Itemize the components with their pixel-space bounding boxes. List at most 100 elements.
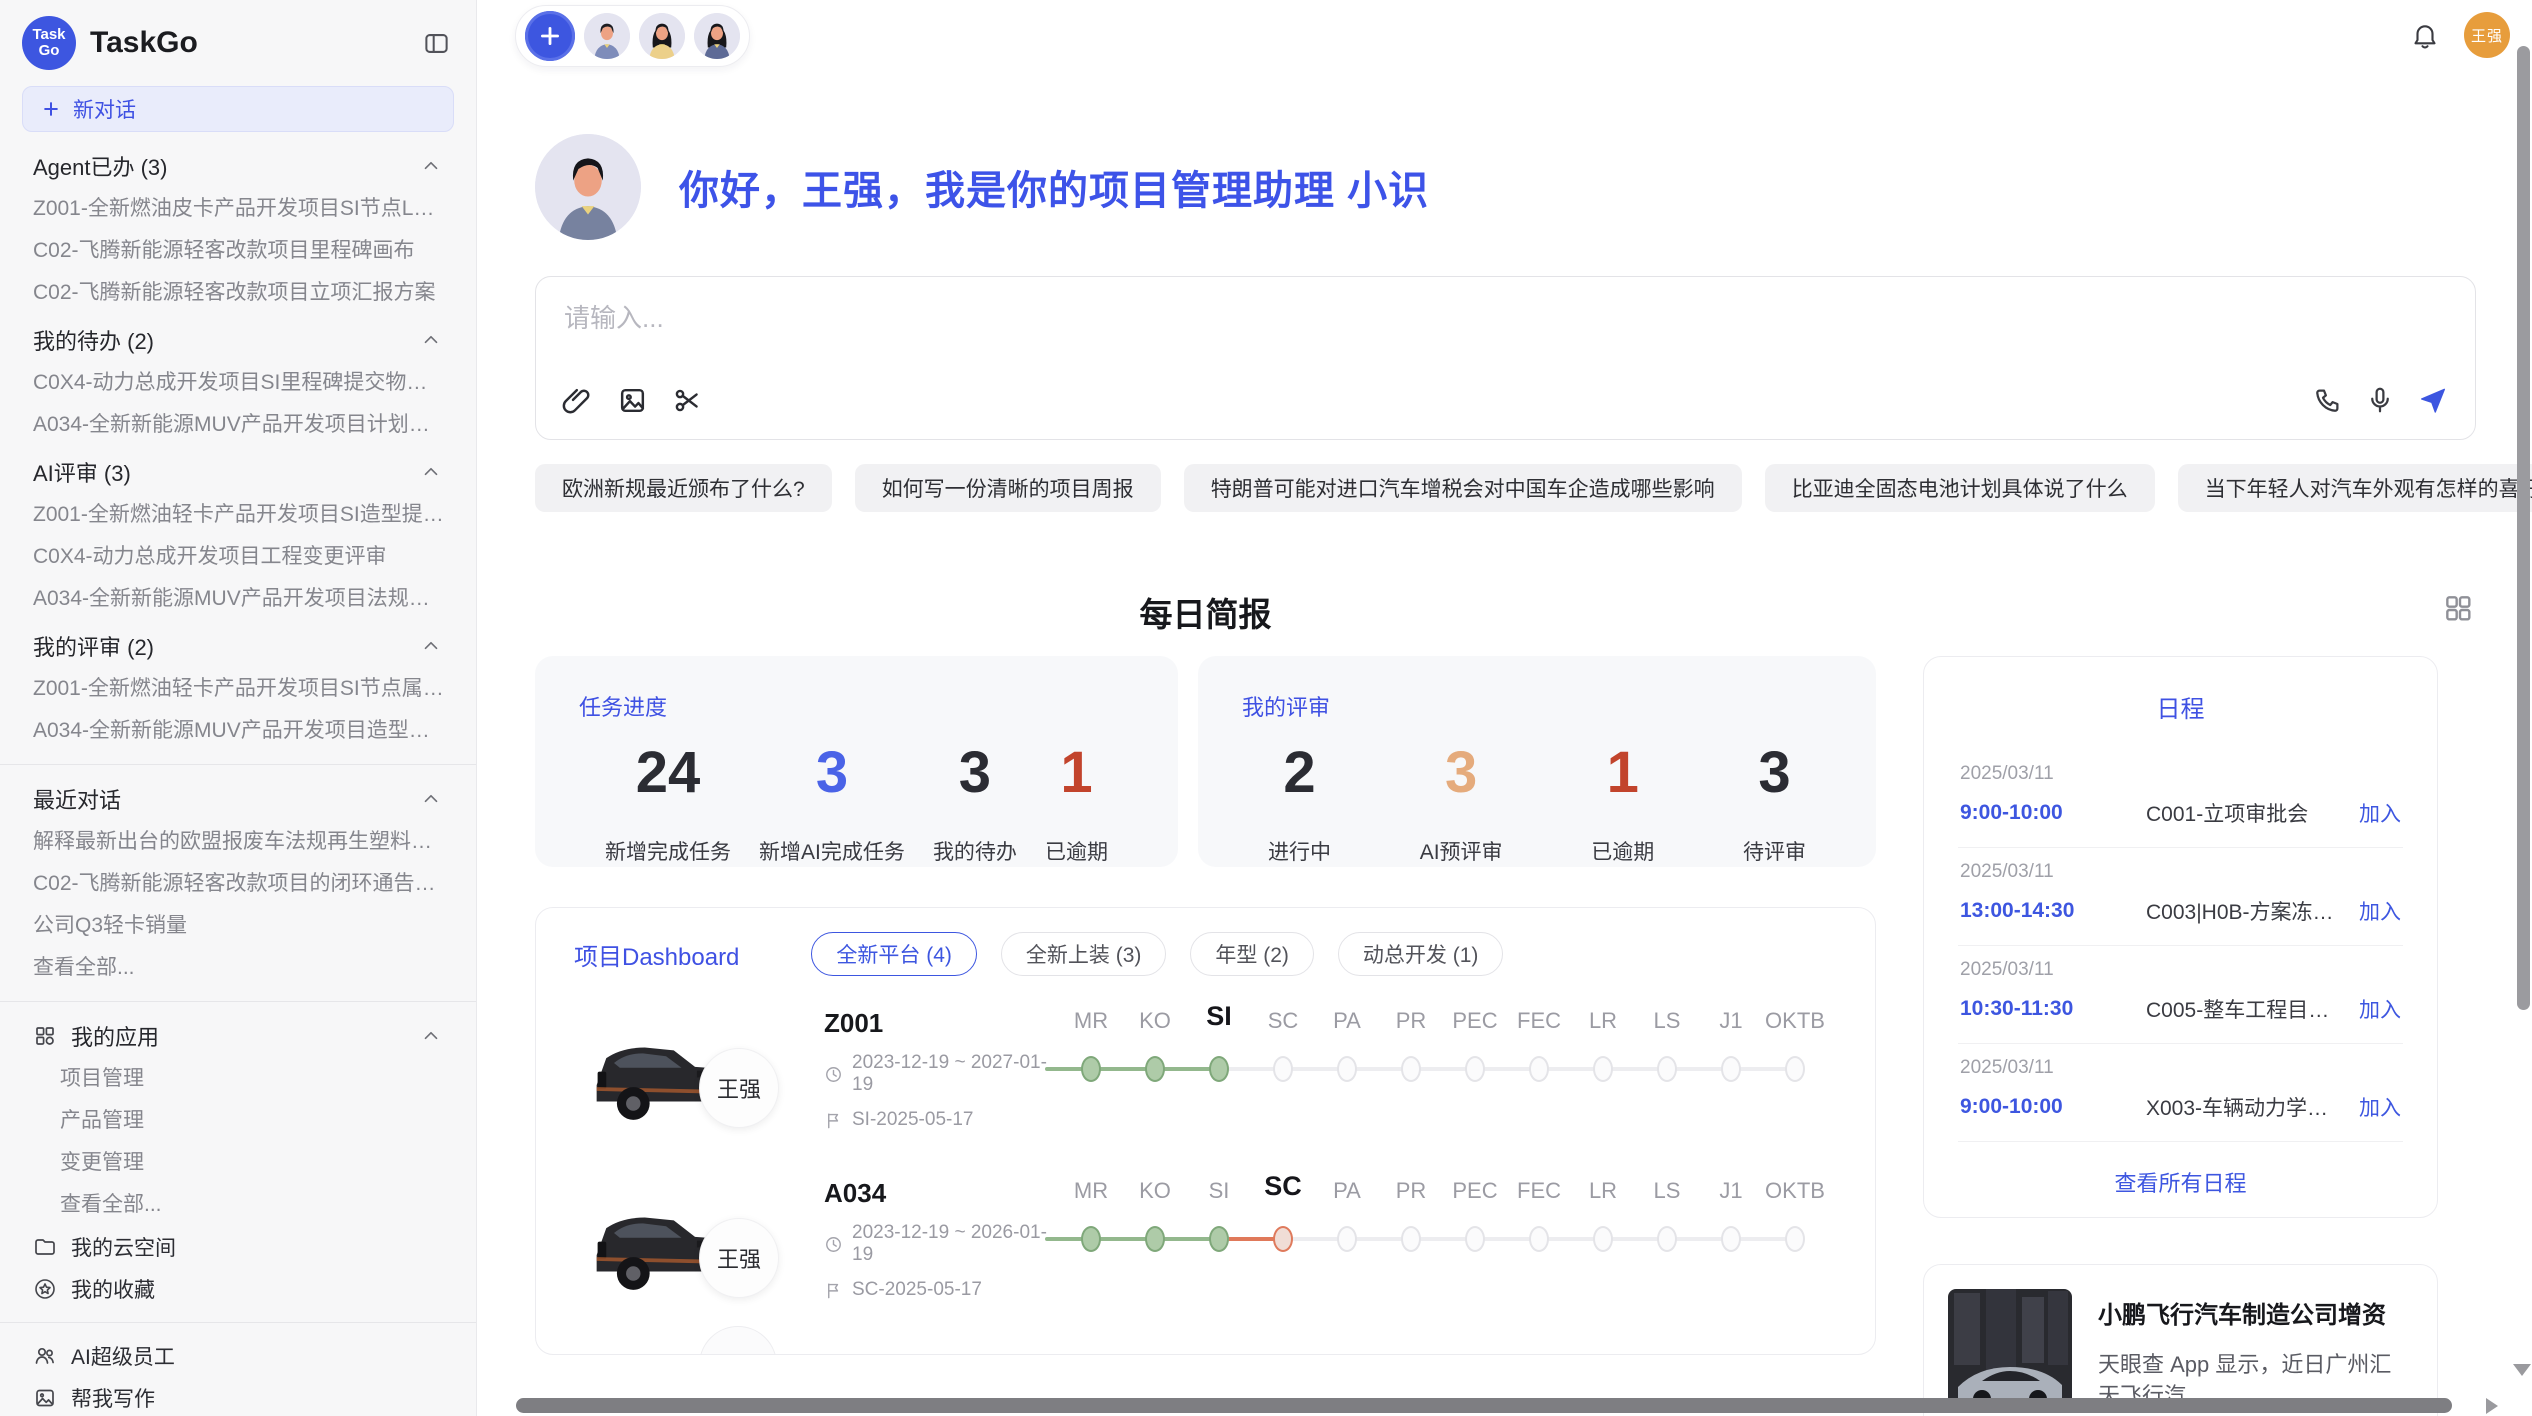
milestone-dot[interactable]	[1273, 1056, 1293, 1082]
dashboard-tab[interactable]: 动总开发 (1)	[1338, 932, 1504, 976]
phone-icon[interactable]	[2313, 385, 2343, 420]
microphone-icon[interactable]	[2365, 385, 2395, 420]
project-row[interactable]: 王强Z0012023-12-19 ~ 2027-01-19SI-2025-05-…	[574, 992, 1837, 1162]
dashboard-tab[interactable]: 全新上装 (3)	[1001, 932, 1167, 976]
milestone-dot[interactable]	[1593, 1226, 1613, 1252]
milestone-dot[interactable]	[1337, 1056, 1357, 1082]
suggestion-chip[interactable]: 如何写一份清晰的项目周报	[855, 464, 1161, 512]
sidebar-item[interactable]: Z001-全新燃油皮卡产品开发项目SI节点Lesson Learn报告	[0, 188, 476, 230]
composer	[535, 276, 2476, 440]
join-meeting-link[interactable]: 加入	[2359, 994, 2401, 1024]
sidebar-tool-image[interactable]: 帮我写作	[0, 1377, 476, 1416]
dashboard-tab[interactable]: 全新平台 (4)	[811, 932, 977, 976]
new-chat-label: 新对话	[73, 94, 136, 124]
milestone-dot[interactable]	[1529, 1056, 1549, 1082]
milestone-dot[interactable]	[1081, 1056, 1101, 1082]
recent-conversation-item[interactable]: 解释最新出台的欧盟报废车法规再生塑料比例被调至15%...	[0, 821, 476, 863]
sidebar-item[interactable]: A034-全新新能源MUV产品开发项目造型可行性评审	[0, 710, 476, 752]
recent-conversation-item[interactable]: 公司Q3轻卡销量	[0, 905, 476, 947]
scissors-icon[interactable]	[672, 385, 703, 421]
paperclip-icon[interactable]	[562, 385, 593, 421]
milestone-dot[interactable]	[1465, 1226, 1485, 1252]
milestone-dot[interactable]	[1721, 1056, 1741, 1082]
sidebar-item[interactable]: C0X4-动力总成开发项目SI里程碑提交物检查	[0, 362, 476, 404]
milestone-dot[interactable]	[1145, 1226, 1165, 1252]
image-upload-icon[interactable]	[617, 385, 648, 421]
sidebar-section-title: Agent已办 (3)	[33, 150, 168, 182]
app-menu-item[interactable]: 项目管理	[0, 1058, 476, 1100]
agent-avatar[interactable]	[584, 13, 630, 59]
sidebar: Task Go TaskGo 新对话 Agent已办 (3)Z001-全新燃油皮…	[0, 0, 477, 1416]
sidebar-item[interactable]: C0X4-动力总成开发项目工程变更评审	[0, 536, 476, 578]
dashboard-tab[interactable]: 年型 (2)	[1190, 932, 1314, 976]
sidebar-link-folder[interactable]: 我的云空间	[0, 1226, 476, 1268]
milestone-dot[interactable]	[1657, 1056, 1677, 1082]
milestone-dot[interactable]	[1529, 1226, 1549, 1252]
sidebar-link-star[interactable]: 我的收藏	[0, 1268, 476, 1310]
chevron-up-icon	[420, 329, 442, 351]
add-agent-button[interactable]	[525, 11, 575, 61]
view-all-schedule-link[interactable]: 查看所有日程	[1958, 1166, 2403, 1198]
sidebar-item[interactable]: C02-飞腾新能源轻客改款项目里程碑画布	[0, 230, 476, 272]
send-icon[interactable]	[2417, 384, 2449, 421]
news-card[interactable]: 小鹏飞行汽车制造公司增资 天眼查 App 显示，近日广州汇天飞行汽...	[1923, 1264, 2438, 1416]
sidebar-item[interactable]: A034-全新新能源MUV产品开发项目计划变更表编写	[0, 404, 476, 446]
stat: 3待评审	[1743, 744, 1806, 866]
milestone-dot[interactable]	[1593, 1056, 1613, 1082]
stat-card: 我的评审2进行中3AI预评审1已逾期3待评审	[1198, 656, 1876, 867]
new-chat-button[interactable]: 新对话	[22, 86, 454, 132]
sidebar-section-header[interactable]: 我的待办 (2)	[0, 318, 476, 362]
agent-avatar[interactable]	[639, 13, 685, 59]
milestone-dot[interactable]	[1273, 1226, 1293, 1252]
recent-conversation-item[interactable]: C02-飞腾新能源轻客改款项目的闭环通告反馈情况	[0, 863, 476, 905]
milestone-dot[interactable]	[1721, 1226, 1741, 1252]
scroll-right-arrow-icon[interactable]	[2486, 1398, 2498, 1414]
join-meeting-link[interactable]: 加入	[2359, 798, 2401, 828]
agent-avatar[interactable]	[694, 13, 740, 59]
join-meeting-link[interactable]: 加入	[2359, 896, 2401, 926]
milestone-dot[interactable]	[1337, 1226, 1357, 1252]
milestone-dot[interactable]	[1401, 1226, 1421, 1252]
center-column: 任务进度24新增完成任务3新增AI完成任务3我的待办1已逾期我的评审2进行中3A…	[535, 656, 1876, 1355]
chat-input[interactable]	[564, 303, 2064, 334]
scroll-down-arrow-icon[interactable]	[2513, 1364, 2531, 1376]
sidebar-item[interactable]: A034-全新新能源MUV产品开发项目法规符合性评审	[0, 578, 476, 620]
suggestion-chip[interactable]: 欧洲新规最近颁布了什么?	[535, 464, 832, 512]
sidebar-section-header[interactable]: AI评审 (3)	[0, 450, 476, 494]
sidebar-section-header[interactable]: Agent已办 (3)	[0, 144, 476, 188]
horizontal-scrollbar[interactable]	[516, 1398, 2452, 1413]
milestone-dot[interactable]	[1209, 1056, 1229, 1082]
bell-icon[interactable]	[2410, 20, 2440, 50]
milestone-dot[interactable]	[1785, 1056, 1805, 1082]
sidebar-tool-people[interactable]: AI超级员工	[0, 1335, 476, 1377]
user-avatar[interactable]: 王强	[2464, 12, 2510, 58]
milestone-dot[interactable]	[1081, 1226, 1101, 1252]
milestone-dot[interactable]	[1785, 1226, 1805, 1252]
vertical-scrollbar[interactable]	[2517, 46, 2530, 1010]
sidebar-item[interactable]: Z001-全新燃油轻卡产品开发项目SI造型提交物评审	[0, 494, 476, 536]
milestone-dot[interactable]	[1657, 1226, 1677, 1252]
sidebar-recent-header[interactable]: 最近对话	[0, 777, 476, 821]
suggestion-chip[interactable]: 比亚迪全固态电池计划具体说了什么	[1765, 464, 2155, 512]
sidebar-section-header[interactable]: 我的评审 (2)	[0, 624, 476, 668]
collapse-sidebar-icon[interactable]	[423, 30, 450, 57]
milestone-dot[interactable]	[1401, 1056, 1421, 1082]
project-code: A034	[824, 1178, 1059, 1209]
milestone-dot[interactable]	[1465, 1056, 1485, 1082]
layout-grid-icon[interactable]	[2442, 592, 2474, 624]
suggestion-chip[interactable]: 当下年轻人对汽车外观有怎样的喜好趋势	[2178, 464, 2532, 512]
sidebar-apps-header[interactable]: 我的应用	[0, 1014, 476, 1058]
sidebar-tools: AI超级员工帮我写作创意制图	[0, 1335, 476, 1416]
suggestion-chip[interactable]: 特朗普可能对进口汽车增税会对中国车企造成哪些影响	[1184, 464, 1742, 512]
join-meeting-link[interactable]: 加入	[2359, 1092, 2401, 1122]
sidebar-item[interactable]: C02-飞腾新能源轻客改款项目立项汇报方案	[0, 272, 476, 314]
milestone-dot[interactable]	[1209, 1226, 1229, 1252]
app-menu-item[interactable]: 变更管理	[0, 1142, 476, 1184]
sidebar-item[interactable]: Z001-全新燃油轻卡产品开发项目SI节点属性5D文件评审	[0, 668, 476, 710]
apps-view-all-link[interactable]: 查看全部...	[0, 1184, 476, 1226]
milestone-dot[interactable]	[1145, 1056, 1165, 1082]
image-icon	[33, 1386, 57, 1410]
app-menu-item[interactable]: 产品管理	[0, 1100, 476, 1142]
project-row[interactable]: 王强A0342023-12-19 ~ 2026-01-19SC-2025-05-…	[574, 1162, 1837, 1332]
recent-view-all-link[interactable]: 查看全部...	[0, 947, 476, 989]
